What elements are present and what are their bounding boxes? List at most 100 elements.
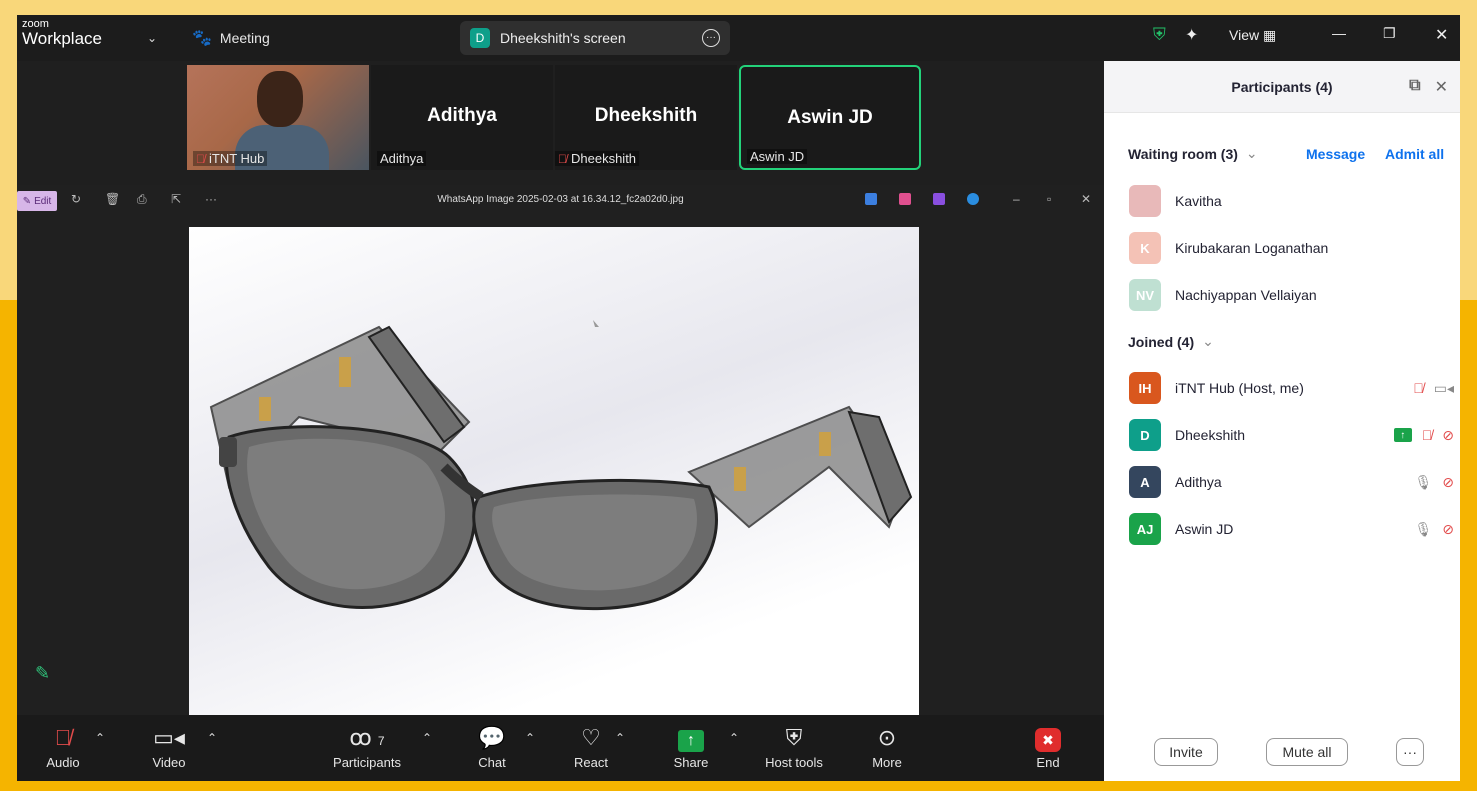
joined-label: Joined (4) [1128, 333, 1195, 350]
chat-button[interactable]: 💬 Chat [472, 725, 512, 770]
minimize-icon[interactable]: — [1332, 25, 1346, 41]
restore-icon[interactable]: ❐ [1383, 25, 1396, 42]
react-caret-icon[interactable]: ⌃ [615, 731, 625, 745]
close-icon[interactable]: ✕ [1435, 25, 1448, 45]
share-label: Share [673, 755, 709, 770]
share-button[interactable]: ↑ Share [671, 725, 711, 770]
share-caret-icon[interactable]: ⌃ [729, 731, 739, 745]
participant-status-icons: 🎙̸ ▭◂ [1413, 380, 1454, 397]
waiting-room-header[interactable]: Waiting room (3) ⌄ [1128, 145, 1258, 162]
joined-participant[interactable]: IH iTNT Hub (Host, me) 🎙̸ ▭◂ [1129, 372, 1454, 404]
joined-participant[interactable]: A Adithya 🎙 ⊘ [1129, 466, 1454, 498]
mic-muted-icon[interactable]: 🎙̸ [1413, 380, 1424, 396]
view-button[interactable]: View ▦ [1229, 27, 1276, 44]
participants-button[interactable]: ꝏ 7 Participants [327, 725, 407, 770]
participants-caret-icon[interactable]: ⌃ [422, 731, 432, 745]
viewer-minimize-icon[interactable]: – [1013, 192, 1020, 206]
video-button[interactable]: ▭◂ Video [149, 725, 189, 770]
annotate-pencil-icon[interactable]: ✎ [35, 663, 50, 684]
shared-screen[interactable]: ✎ Edit ↻ 🗑 ⎙ ⇱ ··· WhatsApp Image 2025-02… [17, 185, 1104, 715]
participants-panel: Participants (4) ⧉ ✕ Waiting room (3) ⌄ … [1104, 61, 1460, 781]
audio-caret-icon[interactable]: ⌃ [95, 731, 105, 745]
joined-header[interactable]: Joined (4) ⌄ [1128, 333, 1214, 350]
mic-muted-icon: 🎙̸ [54, 725, 72, 750]
end-call-icon: ✖ [1028, 725, 1068, 752]
panel-title: Participants (4) [1231, 78, 1333, 95]
thumbnail-name-tag: 🎙̸ iTNT Hub [193, 151, 268, 166]
shield-icon: ⛨ [785, 725, 803, 750]
thumbnail-name-tag: 🎙̸ Dheekshith [555, 151, 640, 166]
zoom-logo: zoom Workplace [22, 19, 102, 48]
chat-caret-icon[interactable]: ⌃ [525, 731, 535, 745]
share-screen-icon: ↑ [671, 725, 711, 752]
smart-glasses-render [209, 320, 913, 611]
thumbnail-display-name: Adithya [427, 105, 497, 126]
camera-off-icon[interactable]: ⊘ [1442, 427, 1454, 444]
avatar: D [1129, 419, 1161, 451]
thumbnail-aswin-jd[interactable]: Aswin JD Aswin JD [739, 65, 921, 170]
participants-label: Participants [333, 755, 401, 770]
camera-off-icon[interactable]: ⊘ [1442, 521, 1454, 538]
chevron-down-icon[interactable]: ⌄ [147, 31, 157, 45]
thumbnail-adithya[interactable]: Adithya Adithya [371, 65, 553, 170]
participant-name: Nachiyappan Vellaiyan [1175, 287, 1317, 303]
thumbnail-itnt-hub[interactable]: 🎙̸ iTNT Hub [187, 65, 369, 170]
more-options-icon[interactable]: ··· [702, 29, 720, 47]
mic-muted-icon[interactable]: 🎙̸ [1422, 427, 1433, 443]
participant-name: Kavitha [1175, 193, 1222, 209]
video-caret-icon[interactable]: ⌃ [207, 731, 217, 745]
react-label: React [574, 755, 608, 770]
waiting-participant[interactable]: NV Nachiyappan Vellaiyan [1129, 279, 1454, 311]
sharing-screen-icon: ↑ [1393, 428, 1412, 442]
panel-close-icon[interactable]: ✕ [1435, 77, 1448, 97]
pop-out-icon[interactable]: ⧉ [1409, 77, 1420, 97]
panel-more-button[interactable]: ··· [1396, 738, 1424, 766]
host-tools-button[interactable]: ⛨ Host tools [759, 725, 829, 770]
mute-all-button[interactable]: Mute all [1266, 738, 1348, 766]
thumbnail-name-tag: Adithya [377, 151, 427, 166]
invite-button[interactable]: Invite [1154, 738, 1218, 766]
waiting-participant[interactable]: K Kirubakaran Loganathan [1129, 232, 1454, 264]
viewer-restore-icon[interactable]: ▫ [1047, 192, 1051, 206]
thumbnail-display-name: Dheekshith [594, 105, 698, 126]
zoom-window: zoom Workplace ⌄ 🐾 Meeting D Dheekshith'… [17, 15, 1460, 781]
mic-icon[interactable]: 🎙 [1414, 521, 1432, 538]
title-bar: zoom Workplace ⌄ 🐾 Meeting D Dheekshith'… [17, 15, 1460, 61]
sharer-avatar: D [470, 28, 490, 48]
shield-check-icon[interactable]: ⛨ [1153, 25, 1166, 45]
camera-icon[interactable]: ▭◂ [1434, 380, 1454, 397]
thumbnail-name: Dheekshith [571, 151, 637, 166]
screen-share-pill[interactable]: D Dheekshith's screen ··· [460, 21, 730, 55]
cloud-icon[interactable] [967, 193, 979, 205]
heart-icon: ♡ [581, 725, 601, 750]
joined-participant[interactable]: D Dheekshith ↑ 🎙̸ ⊘ [1129, 419, 1454, 451]
participant-status-icons: 🎙 ⊘ [1414, 474, 1454, 491]
shared-image [189, 227, 919, 715]
participant-name: iTNT Hub (Host, me) [1175, 380, 1304, 396]
admit-all-link[interactable]: Admit all [1385, 146, 1444, 162]
sparkle-icon[interactable]: ✦ [1185, 25, 1198, 45]
logo-line2: Workplace [22, 29, 102, 48]
mic-muted-icon: 🎙̸ [558, 151, 567, 166]
thumbnail-name: Aswin JD [750, 149, 805, 164]
audio-button[interactable]: 🎙̸ Audio [43, 725, 83, 770]
thumbnail-display-name: Aswin JD [787, 107, 873, 128]
chat-label: Chat [478, 755, 506, 770]
waiting-participant[interactable]: Kavitha [1129, 185, 1454, 217]
app-icon-1[interactable] [865, 193, 877, 205]
mic-icon[interactable]: 🎙 [1414, 474, 1432, 491]
end-button[interactable]: ✖ End [1028, 725, 1068, 770]
waiting-room-label: Waiting room (3) [1128, 145, 1238, 162]
app-icon-3[interactable] [933, 193, 945, 205]
meeting-menu[interactable]: 🐾 Meeting [192, 28, 270, 48]
grid-icon: ▦ [1262, 27, 1277, 43]
message-link[interactable]: Message [1306, 146, 1365, 162]
more-button[interactable]: ⊙ More [867, 725, 907, 770]
panel-header: Participants (4) ⧉ ✕ [1104, 61, 1460, 113]
thumbnail-dheekshith[interactable]: Dheekshith 🎙̸ Dheekshith [555, 65, 737, 170]
react-button[interactable]: ♡ React [569, 725, 613, 770]
app-icon-2[interactable] [899, 193, 911, 205]
camera-off-icon[interactable]: ⊘ [1442, 474, 1454, 491]
joined-participant[interactable]: AJ Aswin JD 🎙 ⊘ [1129, 513, 1454, 545]
viewer-close-icon[interactable]: ✕ [1081, 192, 1091, 206]
